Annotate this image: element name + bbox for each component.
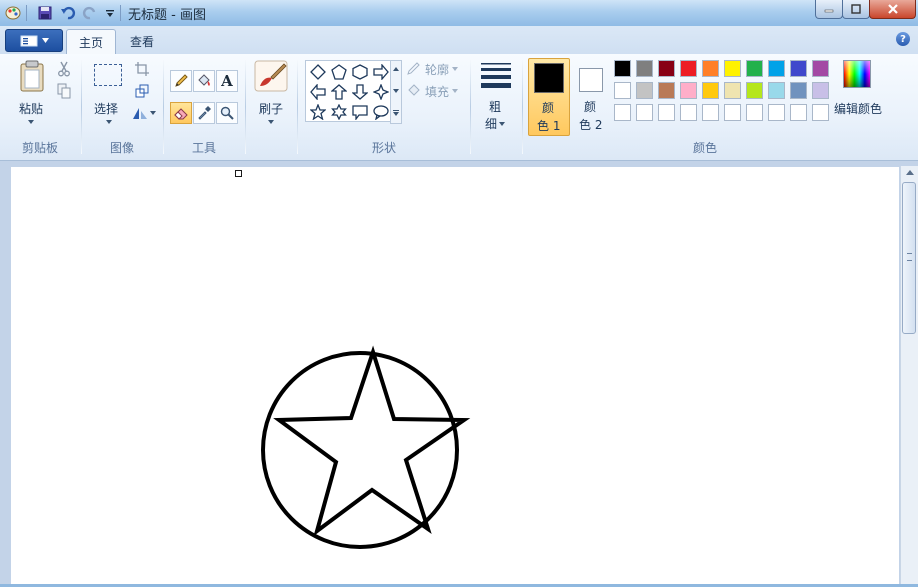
palette-swatch[interactable] <box>812 60 829 77</box>
palette-swatch[interactable] <box>614 104 631 121</box>
app-menu-icon <box>20 35 37 46</box>
paint-app-icon[interactable] <box>4 4 22 22</box>
window-title: 无标题 - 画图 <box>128 8 206 23</box>
title-bar: 无标题 - 画图 <box>0 0 918 26</box>
palette-swatch[interactable] <box>702 60 719 77</box>
palette-swatch[interactable] <box>790 82 807 99</box>
palette-swatch[interactable] <box>724 60 741 77</box>
palette-swatch[interactable] <box>614 82 631 99</box>
close-icon <box>887 4 898 14</box>
palette-swatch[interactable] <box>768 60 785 77</box>
drawn-star <box>273 345 471 537</box>
edit-colors-label: 编辑颜色 <box>834 102 883 116</box>
palette-swatch[interactable] <box>790 104 807 121</box>
color-2-button[interactable]: 颜 色 2 <box>574 58 608 134</box>
colors-group-label: 颜色 <box>692 141 717 155</box>
maximize-button[interactable] <box>842 0 870 19</box>
palette-swatch[interactable] <box>702 82 719 99</box>
palette-swatch[interactable] <box>680 82 697 99</box>
color-palette <box>614 60 834 124</box>
color-1-label-line2: 色 1 <box>537 119 561 133</box>
canvas-drawing <box>261 345 471 549</box>
palette-swatch[interactable] <box>812 104 829 121</box>
drawn-circle <box>261 351 459 549</box>
color-2-label-line2: 色 2 <box>579 118 603 132</box>
color-1-swatch <box>534 63 564 93</box>
titlebar-divider <box>26 5 27 21</box>
ribbon: 粘贴 剪贴板 选择 图像 A 工具 刷子 轮廓 填充 形状 粗 细 颜 色 1 … <box>0 54 918 161</box>
ribbon-tab-strip: 主页 查看 ? <box>0 26 918 55</box>
customize-quick-access-icon[interactable] <box>101 4 119 22</box>
palette-swatch[interactable] <box>614 60 631 77</box>
chevron-up-icon[interactable] <box>906 170 914 175</box>
palette-swatch[interactable] <box>636 104 653 121</box>
palette-swatch[interactable] <box>658 82 675 99</box>
palette-swatch[interactable] <box>680 104 697 121</box>
palette-swatch[interactable] <box>746 60 763 77</box>
vertical-scrollbar-thumb[interactable] <box>902 182 916 334</box>
palette-swatch[interactable] <box>680 60 697 77</box>
canvas-resize-handle[interactable] <box>235 170 242 177</box>
tab-home[interactable]: 主页 <box>66 29 117 55</box>
save-icon[interactable] <box>36 4 54 22</box>
palette-swatch[interactable] <box>702 104 719 121</box>
minimize-icon <box>824 9 834 13</box>
titlebar-divider <box>120 5 121 21</box>
color-2-swatch <box>579 68 603 92</box>
palette-swatch[interactable] <box>724 104 741 121</box>
color-wheel-icon <box>843 60 871 88</box>
color-2-label-line1: 颜 <box>584 100 597 114</box>
palette-swatch[interactable] <box>658 104 675 121</box>
palette-swatch[interactable] <box>812 82 829 99</box>
close-button[interactable] <box>869 0 916 19</box>
redo-icon[interactable] <box>81 4 99 22</box>
help-icon[interactable]: ? <box>896 32 910 46</box>
palette-swatch[interactable] <box>768 82 785 99</box>
palette-swatch[interactable] <box>768 104 785 121</box>
maximize-icon <box>851 4 861 14</box>
palette-swatch[interactable] <box>658 60 675 77</box>
palette-swatch[interactable] <box>636 82 653 99</box>
drawing-canvas[interactable] <box>11 167 899 584</box>
palette-swatch[interactable] <box>790 60 807 77</box>
color-1-label-line1: 颜 <box>542 101 555 115</box>
tab-view[interactable]: 查看 <box>118 29 166 54</box>
scroll-grip-icon <box>907 253 912 261</box>
palette-swatch[interactable] <box>636 60 653 77</box>
palette-swatch[interactable] <box>746 104 763 121</box>
minimize-button[interactable] <box>815 0 843 19</box>
palette-swatch[interactable] <box>746 82 763 99</box>
edit-colors-button[interactable]: 编辑颜色 <box>833 58 883 118</box>
colors-group: 颜 色 1 颜 色 2 编辑颜色 颜色 <box>0 54 918 160</box>
chevron-down-icon <box>41 38 49 43</box>
app-menu-button[interactable] <box>5 29 63 52</box>
palette-swatch[interactable] <box>724 82 741 99</box>
color-1-button[interactable]: 颜 色 1 <box>528 58 570 136</box>
undo-icon[interactable] <box>59 4 77 22</box>
